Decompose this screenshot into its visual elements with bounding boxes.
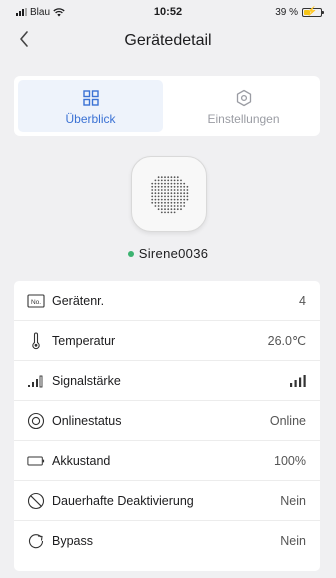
row-label: Onlinestatus — [52, 413, 122, 428]
online-status-icon — [27, 412, 45, 430]
tab-overview[interactable]: Überblick — [18, 80, 163, 132]
battery-percent: 39 % — [275, 6, 298, 18]
settings-hexagon-icon — [171, 89, 316, 107]
charging-bolt-icon: ⚡ — [306, 5, 318, 16]
siren-speaker-icon — [151, 176, 189, 214]
bypass-icon — [27, 532, 45, 550]
tab-overview-label: Überblick — [65, 112, 116, 126]
list-item-device-number: No. Gerätenr. 4 — [14, 281, 320, 320]
svg-text:No.: No. — [31, 299, 41, 306]
page-title: Gerätedetail — [124, 32, 212, 49]
row-label: Bypass — [52, 533, 93, 548]
row-value: Online — [269, 413, 306, 428]
row-label: Akkustand — [52, 453, 111, 468]
list-item-temperature: Temperatur 26.0℃ — [14, 321, 320, 360]
row-value: Nein — [280, 533, 306, 548]
device-name-label: Sirene0036 — [0, 246, 336, 261]
device-name: Sirene0036 — [138, 246, 209, 261]
number-icon: No. — [27, 292, 45, 310]
signal-bars-icon — [290, 374, 306, 387]
signal-strength-icon — [27, 372, 45, 390]
thermometer-icon — [27, 332, 45, 350]
row-value: 4 — [299, 293, 306, 308]
device-info-list: No. Gerätenr. 4 Temperatur 26.0℃ Signals… — [14, 281, 320, 571]
status-bar: Blau 10:52 39 % ⚡ — [0, 0, 336, 24]
device-image — [131, 156, 207, 232]
battery-icon — [27, 452, 45, 470]
grid-icon — [18, 89, 163, 107]
list-item-bypass: Bypass Nein — [14, 521, 320, 560]
list-item-online-status: Onlinestatus Online — [14, 401, 320, 440]
battery-indicator-icon: ⚡ — [302, 5, 324, 17]
tab-settings-label: Einstellungen — [207, 112, 280, 126]
tab-settings[interactable]: Einstellungen — [171, 80, 316, 132]
tab-bar: Überblick Einstellungen — [14, 76, 320, 136]
row-label: Dauerhafte Deaktivierung — [52, 493, 194, 508]
deactivate-icon — [27, 492, 45, 510]
row-label: Gerätenr. — [52, 293, 105, 308]
list-item-signal-strength: Signalstärke — [14, 361, 320, 400]
row-value: Nein — [280, 493, 306, 508]
row-value: 100% — [274, 453, 306, 468]
navigation-bar: Gerätedetail — [0, 24, 336, 60]
list-item-permanent-deactivation: Dauerhafte Deaktivierung Nein — [14, 481, 320, 520]
list-item-battery-level: Akkustand 100% — [14, 441, 320, 480]
online-dot-icon — [127, 250, 134, 257]
row-value: 26.0℃ — [267, 334, 306, 348]
row-label: Temperatur — [52, 333, 116, 348]
status-right: 39 % ⚡ — [275, 5, 324, 18]
row-label: Signalstärke — [52, 373, 121, 388]
